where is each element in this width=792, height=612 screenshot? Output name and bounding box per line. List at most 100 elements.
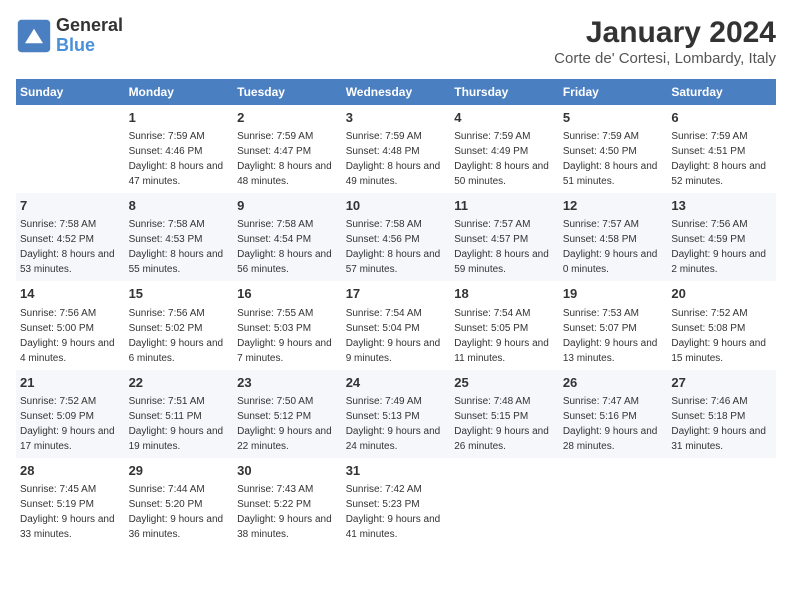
page-header: General Blue January 2024 Corte de' Cort… [16,16,776,67]
cell-details: Sunrise: 7:56 AMSunset: 4:59 PMDaylight:… [671,217,772,277]
header-cell-wednesday: Wednesday [342,79,451,105]
calendar-cell: 25Sunrise: 7:48 AMSunset: 5:15 PMDayligh… [450,370,559,458]
week-row-1: 7Sunrise: 7:58 AMSunset: 4:52 PMDaylight… [16,193,776,281]
cell-details: Sunrise: 7:42 AMSunset: 5:23 PMDaylight:… [346,482,447,542]
cell-details: Sunrise: 7:57 AMSunset: 4:58 PMDaylight:… [563,217,664,277]
calendar-cell: 3 Sunrise: 7:59 AMSunset: 4:48 PMDaylight… [342,105,451,193]
day-number: 4 [454,109,555,127]
cell-details: Sunrise: 7:43 AMSunset: 5:22 PMDaylight:… [237,482,338,542]
cell-details: Sunrise: 7:54 AMSunset: 5:05 PMDaylight:… [454,306,555,366]
day-number: 3 [346,109,447,127]
day-number: 6 [671,109,772,127]
cell-details: Sunrise: 7:44 AMSunset: 5:20 PMDaylight:… [129,482,230,542]
cell-details: Sunrise: 7:59 AMSunset: 4:46 PMDaylight:… [129,129,230,189]
day-number: 28 [20,462,121,480]
cell-details: Sunrise: 7:51 AMSunset: 5:11 PMDaylight:… [129,394,230,454]
header-cell-sunday: Sunday [16,79,125,105]
cell-details: Sunrise: 7:58 AMSunset: 4:54 PMDaylight:… [237,217,338,277]
calendar-cell: 17 Sunrise: 7:54 AMSunset: 5:04 PMDayligh… [342,281,451,369]
calendar-table: SundayMondayTuesdayWednesdayThursdayFrid… [16,79,776,546]
day-number: 8 [129,197,230,215]
day-number: 15 [129,285,230,303]
day-number: 2 [237,109,338,127]
calendar-cell: 22 Sunrise: 7:51 AMSunset: 5:11 PMDayligh… [125,370,234,458]
day-number: 29 [129,462,230,480]
calendar-cell: 23Sunrise: 7:50 AMSunset: 5:12 PMDayligh… [233,370,342,458]
logo-line2: Blue [56,36,123,56]
day-number: 27 [671,374,772,392]
header-cell-monday: Monday [125,79,234,105]
calendar-cell: 18 Sunrise: 7:54 AMSunset: 5:05 PMDayligh… [450,281,559,369]
cell-details: Sunrise: 7:46 AMSunset: 5:18 PMDaylight:… [671,394,772,454]
calendar-cell: 6 Sunrise: 7:59 AMSunset: 4:51 PMDaylight… [667,105,776,193]
calendar-cell: 2Sunrise: 7:59 AMSunset: 4:47 PMDaylight… [233,105,342,193]
cell-details: Sunrise: 7:59 AMSunset: 4:51 PMDaylight:… [671,129,772,189]
calendar-cell: 24 Sunrise: 7:49 AMSunset: 5:13 PMDayligh… [342,370,451,458]
calendar-cell [16,105,125,193]
calendar-cell: 31 Sunrise: 7:42 AMSunset: 5:23 PMDayligh… [342,458,451,546]
logo-text: General Blue [56,16,123,56]
cell-details: Sunrise: 7:54 AMSunset: 5:04 PMDaylight:… [346,306,447,366]
cell-details: Sunrise: 7:58 AMSunset: 4:56 PMDaylight:… [346,217,447,277]
day-number: 18 [454,285,555,303]
cell-details: Sunrise: 7:57 AMSunset: 4:57 PMDaylight:… [454,217,555,277]
calendar-cell: 10 Sunrise: 7:58 AMSunset: 4:56 PMDayligh… [342,193,451,281]
calendar-cell: 15 Sunrise: 7:56 AMSunset: 5:02 PMDayligh… [125,281,234,369]
cell-details: Sunrise: 7:59 AMSunset: 4:49 PMDaylight:… [454,129,555,189]
calendar-cell: 14Sunrise: 7:56 AMSunset: 5:00 PMDayligh… [16,281,125,369]
cell-details: Sunrise: 7:56 AMSunset: 5:02 PMDaylight:… [129,306,230,366]
calendar-cell: 1 Sunrise: 7:59 AMSunset: 4:46 PMDaylight… [125,105,234,193]
calendar-cell: 29 Sunrise: 7:44 AMSunset: 5:20 PMDayligh… [125,458,234,546]
day-number: 30 [237,462,338,480]
calendar-cell: 8 Sunrise: 7:58 AMSunset: 4:53 PMDaylight… [125,193,234,281]
calendar-cell: 30 Sunrise: 7:43 AMSunset: 5:22 PMDayligh… [233,458,342,546]
day-number: 21 [20,374,121,392]
cell-details: Sunrise: 7:52 AMSunset: 5:08 PMDaylight:… [671,306,772,366]
day-number: 22 [129,374,230,392]
header-cell-friday: Friday [559,79,668,105]
calendar-header: SundayMondayTuesdayWednesdayThursdayFrid… [16,79,776,105]
logo: General Blue [16,16,123,56]
day-number: 1 [129,109,230,127]
calendar-cell: 4 Sunrise: 7:59 AMSunset: 4:49 PMDaylight… [450,105,559,193]
calendar-cell: 5 Sunrise: 7:59 AMSunset: 4:50 PMDaylight… [559,105,668,193]
week-row-4: 28Sunrise: 7:45 AMSunset: 5:19 PMDayligh… [16,458,776,546]
calendar-cell: 11 Sunrise: 7:57 AMSunset: 4:57 PMDayligh… [450,193,559,281]
header-cell-saturday: Saturday [667,79,776,105]
calendar-cell: 9Sunrise: 7:58 AMSunset: 4:54 PMDaylight… [233,193,342,281]
day-number: 20 [671,285,772,303]
calendar-cell: 13Sunrise: 7:56 AMSunset: 4:59 PMDayligh… [667,193,776,281]
day-number: 31 [346,462,447,480]
day-number: 24 [346,374,447,392]
day-number: 7 [20,197,121,215]
calendar-cell: 27 Sunrise: 7:46 AMSunset: 5:18 PMDayligh… [667,370,776,458]
calendar-cell: 7Sunrise: 7:58 AMSunset: 4:52 PMDaylight… [16,193,125,281]
header-cell-tuesday: Tuesday [233,79,342,105]
cell-details: Sunrise: 7:58 AMSunset: 4:53 PMDaylight:… [129,217,230,277]
logo-icon [16,18,52,54]
calendar-cell: 12 Sunrise: 7:57 AMSunset: 4:58 PMDayligh… [559,193,668,281]
day-number: 26 [563,374,664,392]
day-number: 17 [346,285,447,303]
cell-details: Sunrise: 7:49 AMSunset: 5:13 PMDaylight:… [346,394,447,454]
day-number: 12 [563,197,664,215]
cell-details: Sunrise: 7:56 AMSunset: 5:00 PMDaylight:… [20,306,121,366]
day-number: 19 [563,285,664,303]
day-number: 10 [346,197,447,215]
cell-details: Sunrise: 7:52 AMSunset: 5:09 PMDaylight:… [20,394,121,454]
calendar-cell: 20 Sunrise: 7:52 AMSunset: 5:08 PMDayligh… [667,281,776,369]
day-number: 11 [454,197,555,215]
calendar-body: 1 Sunrise: 7:59 AMSunset: 4:46 PMDaylight… [16,105,776,546]
cell-details: Sunrise: 7:59 AMSunset: 4:48 PMDaylight:… [346,129,447,189]
cell-details: Sunrise: 7:50 AMSunset: 5:12 PMDaylight:… [237,394,338,454]
calendar-cell: 28Sunrise: 7:45 AMSunset: 5:19 PMDayligh… [16,458,125,546]
day-number: 25 [454,374,555,392]
cell-details: Sunrise: 7:53 AMSunset: 5:07 PMDaylight:… [563,306,664,366]
page-title: January 2024 [554,16,776,50]
cell-details: Sunrise: 7:59 AMSunset: 4:50 PMDaylight:… [563,129,664,189]
page-subtitle: Corte de' Cortesi, Lombardy, Italy [554,50,776,67]
header-row: SundayMondayTuesdayWednesdayThursdayFrid… [16,79,776,105]
calendar-cell [450,458,559,546]
day-number: 5 [563,109,664,127]
calendar-cell [559,458,668,546]
